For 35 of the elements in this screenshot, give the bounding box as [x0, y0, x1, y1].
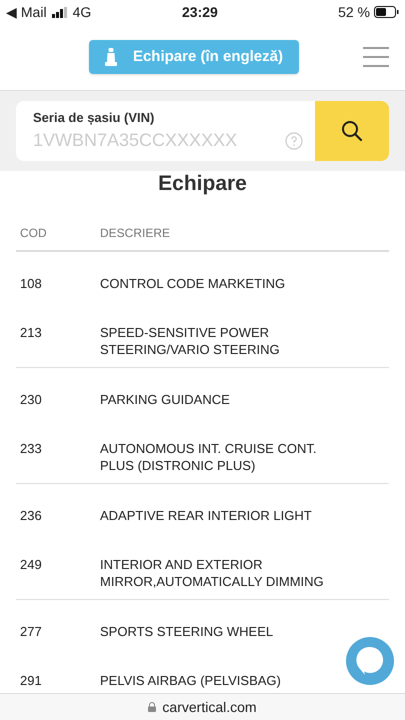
code-cell-text: 249 — [19, 556, 43, 574]
signal-icon — [52, 6, 68, 18]
vin-field-label: Seria de șasiu (VIN) — [33, 108, 156, 127]
back-to-app-link[interactable]: ◀ Mail — [6, 2, 47, 22]
network-label: 4G — [72, 2, 92, 22]
description-cell-text: CONTROL CODE MARKETING — [100, 275, 286, 292]
car-seat-icon — [104, 48, 117, 66]
search-icon — [341, 120, 363, 142]
url-text: carvertical.com — [162, 698, 257, 716]
description-cell-text: SPORTS STEERING WHEEL — [100, 623, 274, 640]
code-cell-text: 213 — [19, 324, 43, 342]
description-cell-text: SPEED-SENSITIVE POWER STEERING/VARIO STEERING — [100, 324, 281, 358]
battery-percentage: 52 % — [338, 2, 370, 22]
code-cell-text: 108 — [19, 275, 43, 292]
code-cell-text: 233 — [19, 440, 43, 458]
description-cell-text: ADAPTIVE REAR INTERIOR LIGHT — [100, 507, 313, 524]
description-cell-text: AUTONOMOUS INT. CRUISE CONT. PLUS (DISTRONIC PLUS) — [100, 440, 318, 474]
lock-icon — [148, 702, 156, 712]
code-cell-text: 230 — [19, 391, 43, 408]
help-icon[interactable] — [285, 132, 303, 150]
code-cell-text: 291 — [19, 672, 43, 689]
column-header: DESCRIERE — [100, 225, 170, 242]
description-cell-text: PARKING GUIDANCE — [100, 391, 231, 408]
chat-bubble-icon — [356, 646, 384, 676]
column-header: COD — [19, 225, 48, 242]
battery-icon — [374, 6, 399, 18]
code-cell-text: 236 — [19, 507, 43, 524]
chat-button[interactable] — [346, 637, 394, 685]
description-cell-text: PELVIS AIRBAG (PELVISBAG) — [100, 672, 282, 689]
section-title: Echipare — [157, 172, 248, 197]
search-button[interactable] — [315, 101, 389, 161]
clock: 23:29 — [182, 2, 218, 22]
description-cell-text: INTERIOR AND EXTERIOR MIRROR,AUTOMATICALLY DIMMING — [100, 556, 325, 590]
menu-icon[interactable] — [363, 47, 389, 67]
code-cell-text: 277 — [19, 623, 43, 640]
